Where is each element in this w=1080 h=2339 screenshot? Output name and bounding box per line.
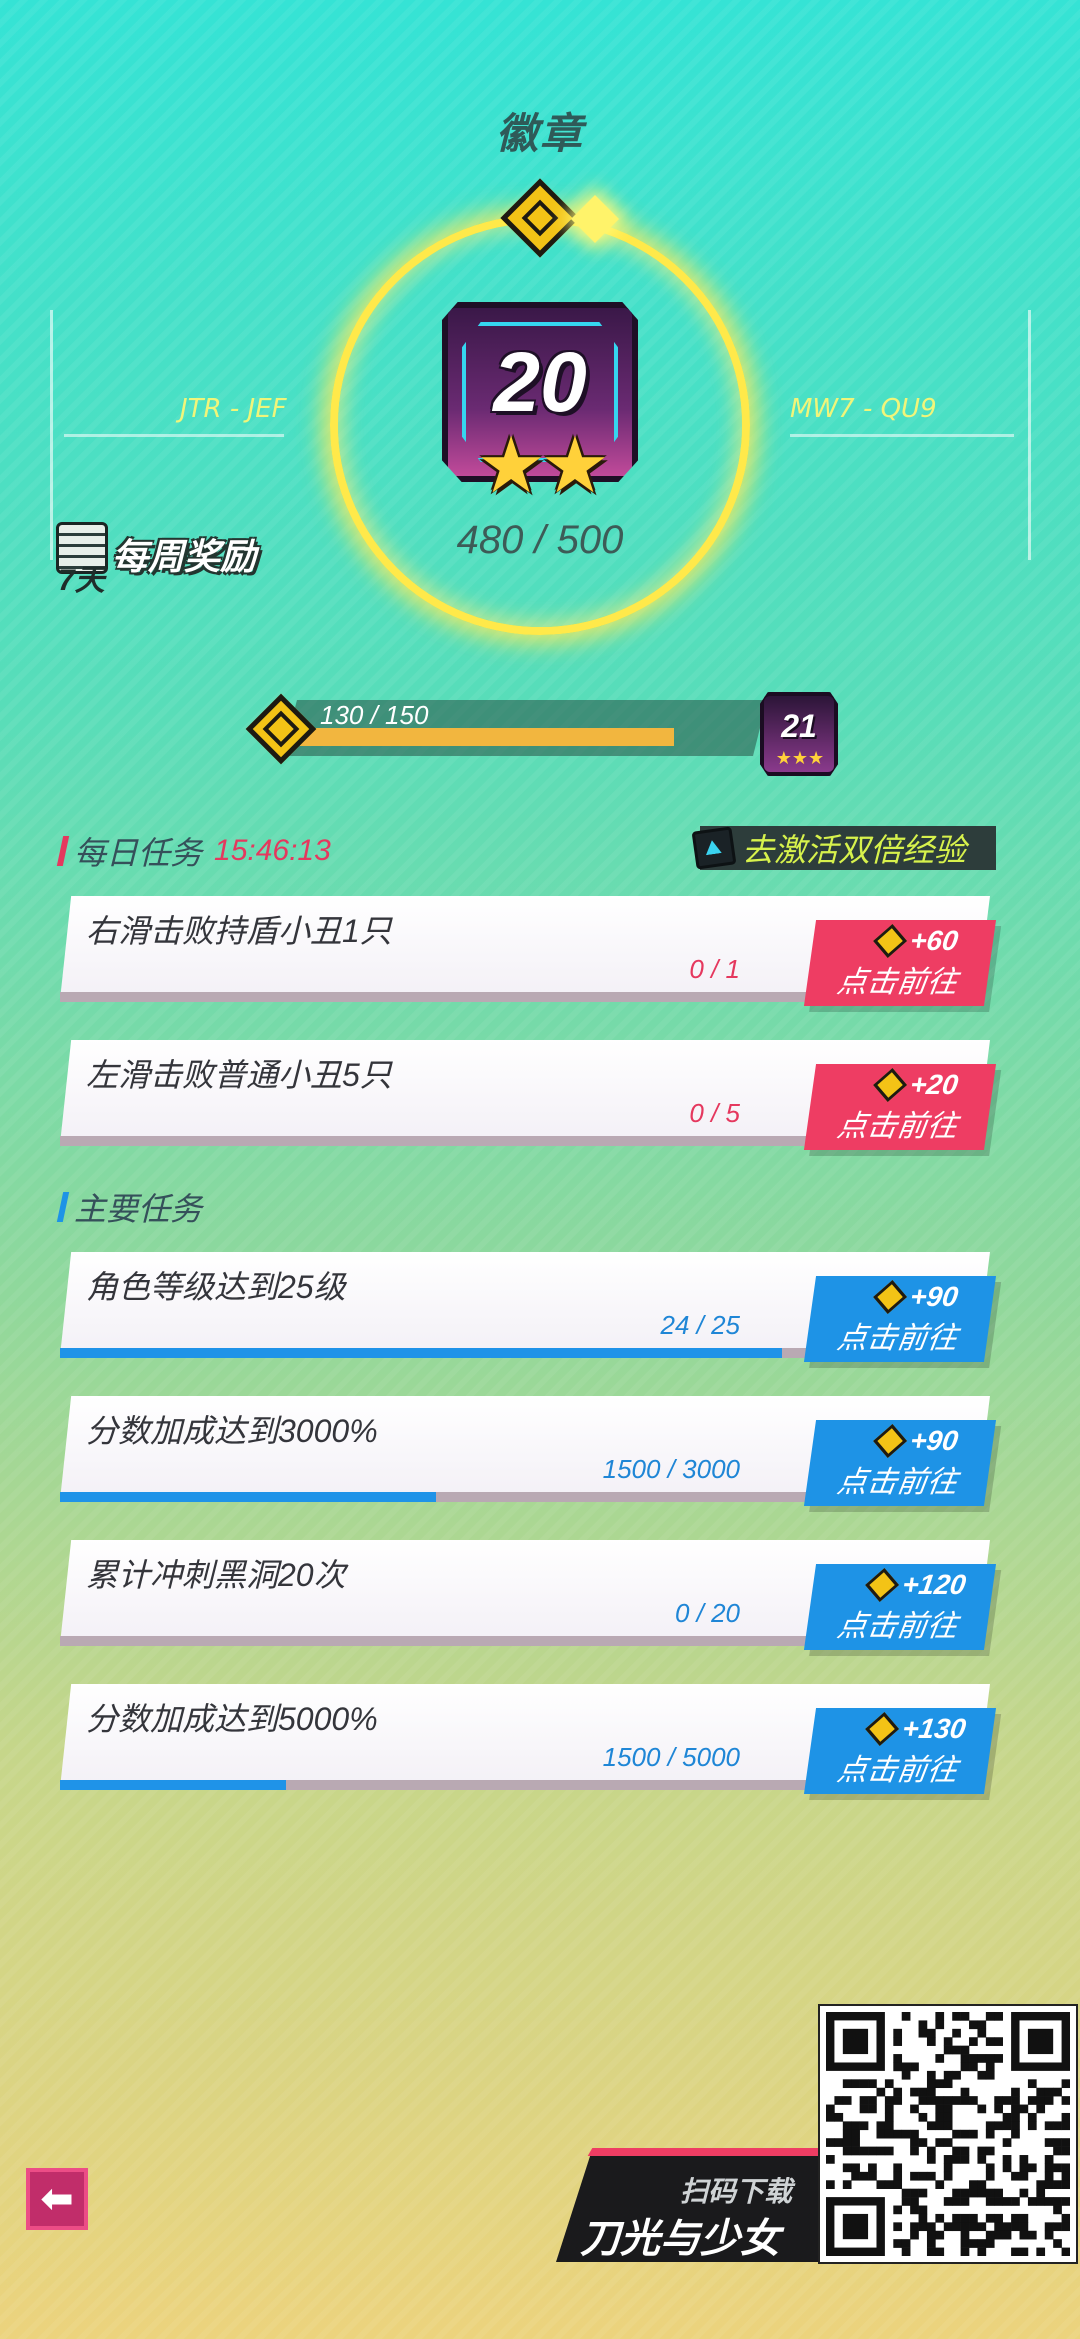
task-go-button[interactable]: +120 点击前往: [803, 1564, 997, 1650]
task-progress-fill: [60, 1348, 782, 1358]
task-reward-value: +20: [908, 1069, 961, 1100]
token-icon: [865, 1568, 900, 1602]
daily-header-label: 每日任务: [74, 835, 203, 871]
task-reward: +60: [873, 924, 961, 958]
task-count: 0 / 20: [674, 1598, 740, 1628]
next-level-stars: ★★★: [775, 748, 825, 768]
task-name: 左滑击败普通小丑5只: [86, 1057, 392, 1093]
badge-progress-text: 480 / 500: [456, 518, 624, 562]
task-name: 右滑击败持盾小丑1只: [86, 913, 392, 949]
task-count: 1500 / 3000: [602, 1454, 740, 1484]
left-code-label: JTR - JEF: [180, 394, 287, 424]
daily-section-header: 每日任务 15:46:13: [56, 828, 331, 874]
double-xp-button[interactable]: 去激活双倍经验: [691, 826, 996, 870]
page-title: 徽章: [495, 110, 584, 157]
task-name: 角色等级达到25级: [86, 1269, 346, 1305]
token-icon: [865, 1712, 900, 1746]
back-button[interactable]: ⬅: [26, 2168, 88, 2230]
next-level-number: 21: [781, 708, 817, 744]
task-count: 24 / 25: [660, 1310, 740, 1340]
back-arrow-icon: ⬅: [40, 2177, 74, 2221]
weekly-reward-button[interactable]: 每周奖励: [112, 528, 256, 580]
task-reward: +90: [873, 1280, 961, 1314]
main-task-row: 分数加成达到3000% 1500 / 3000 +90 点击前往: [60, 1396, 997, 1508]
main-section-header: 主要任务: [56, 1184, 203, 1230]
daily-task-row: 右滑击败持盾小丑1只 0 / 1 +60 点击前往: [60, 896, 997, 1008]
token-icon: [873, 1424, 908, 1458]
task-go-label: 点击前往: [834, 966, 960, 999]
task-progress-fill: [60, 1780, 286, 1790]
token-icon: [873, 924, 908, 958]
promo-game-title: 刀光与少女: [580, 2217, 780, 2261]
left-deco-line: [50, 310, 53, 560]
daily-header-bar: [56, 836, 70, 866]
qr-code: [820, 2006, 1076, 2262]
right-code-label: MW7 - QU9: [790, 394, 937, 424]
badge-stars: ★★: [476, 421, 610, 509]
daily-timer: 15:46:13: [214, 834, 331, 867]
task-go-button[interactable]: +90 点击前往: [803, 1420, 997, 1506]
task-reward: +130: [865, 1712, 968, 1746]
task-go-label: 点击前往: [834, 1466, 960, 1499]
task-go-button[interactable]: +60 点击前往: [803, 920, 997, 1006]
task-reward-value: +130: [900, 1713, 968, 1744]
task-go-button[interactable]: +130 点击前往: [803, 1708, 997, 1794]
token-icon: [873, 1280, 908, 1314]
weekly-days-label: 7天: [58, 564, 105, 597]
task-count: 0 / 1: [689, 954, 740, 984]
task-reward-value: +120: [900, 1569, 968, 1600]
task-reward: +90: [873, 1424, 961, 1458]
right-deco-line: [1028, 310, 1031, 560]
main-header-bar: [56, 1192, 70, 1222]
qr-code-pattern: [826, 2012, 1071, 2257]
task-go-label: 点击前往: [834, 1754, 960, 1787]
task-go-label: 点击前往: [834, 1110, 960, 1143]
task-progress-track: [60, 1636, 812, 1646]
main-header-label: 主要任务: [74, 1191, 203, 1227]
promo-stripe: [587, 2148, 857, 2156]
task-count: 1500 / 5000: [602, 1742, 740, 1772]
task-reward: +120: [865, 1568, 968, 1602]
task-reward: +20: [873, 1068, 961, 1102]
task-go-label: 点击前往: [834, 1610, 960, 1643]
task-go-button[interactable]: +90 点击前往: [803, 1276, 997, 1362]
right-deco-bar: [790, 434, 1014, 437]
main-task-row: 分数加成达到5000% 1500 / 5000 +130 点击前往: [60, 1684, 997, 1796]
task-go-label: 点击前往: [834, 1322, 960, 1355]
task-reward-value: +90: [908, 1281, 961, 1312]
token-icon: [873, 1068, 908, 1102]
main-task-row: 累计冲刺黑洞20次 0 / 20 +120 点击前往: [60, 1540, 997, 1652]
main-task-row: 角色等级达到25级 24 / 25 +90 点击前往: [60, 1252, 997, 1364]
task-name: 分数加成达到5000%: [86, 1701, 378, 1737]
promo-download-label: 扫码下载: [680, 2176, 793, 2207]
task-progress-track: [60, 1136, 812, 1146]
task-go-button[interactable]: +20 点击前往: [803, 1064, 997, 1150]
daily-task-row: 左滑击败普通小丑5只 0 / 5 +20 点击前往: [60, 1040, 997, 1152]
double-xp-label: 去激活双倍经验: [742, 832, 967, 868]
book-icon: [691, 826, 737, 870]
task-progress-track: [60, 992, 812, 1002]
level-progress-text: 130 / 150: [320, 700, 429, 730]
badge-level-number: 20: [493, 335, 587, 429]
task-name: 累计冲刺黑洞20次: [86, 1557, 346, 1593]
task-progress-fill: [60, 1492, 436, 1502]
task-reward-value: +90: [908, 1425, 961, 1456]
task-count: 0 / 5: [689, 1098, 740, 1128]
task-name: 分数加成达到3000%: [86, 1413, 378, 1449]
left-deco-bar: [64, 434, 284, 437]
task-reward-value: +60: [908, 925, 961, 956]
